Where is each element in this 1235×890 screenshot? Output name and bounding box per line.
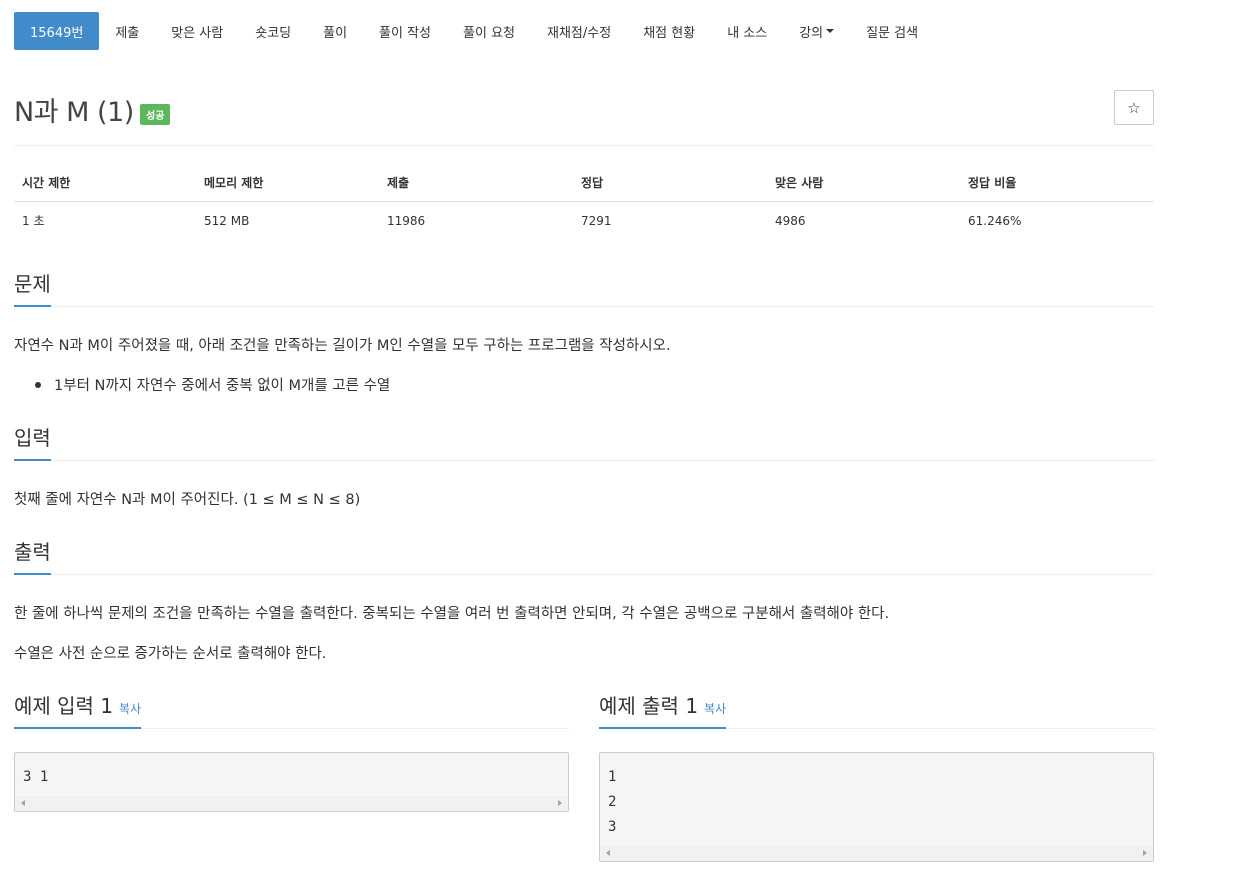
output-heading: 출력 xyxy=(14,536,51,575)
list-item: 1부터 N까지 자연수 중에서 중복 없이 M개를 고른 수열 xyxy=(34,374,391,395)
sample-output-header: 예제 출력 1 복사 xyxy=(599,690,1154,729)
sample-output-heading: 예제 출력 1 복사 xyxy=(599,690,727,729)
sample-input-box[interactable]: 3 1 xyxy=(14,752,569,812)
tab-solutions[interactable]: 풀이 xyxy=(307,12,363,50)
problem-title: N과 M (1) xyxy=(14,97,134,128)
problem-header: N과 M (1) 성공 ☆ xyxy=(14,90,1154,130)
tab-my-source[interactable]: 내 소스 xyxy=(711,12,783,50)
tab-judge-status[interactable]: 채점 현황 xyxy=(627,12,711,50)
value-memory-limit: 512 MB xyxy=(204,213,250,228)
value-submissions: 11986 xyxy=(387,213,426,228)
input-heading: 입력 xyxy=(14,422,51,461)
value-time-limit: 1 초 xyxy=(22,214,45,228)
sample-input-header: 예제 입력 1 복사 xyxy=(14,690,569,729)
sample-output-title: 예제 출력 1 xyxy=(599,694,699,718)
problem-nav-tabs: 15649번 제출 맞은 사람 숏코딩 풀이 풀이 작성 풀이 요청 재채점/수… xyxy=(14,12,934,50)
tab-write-solution[interactable]: 풀이 작성 xyxy=(363,12,447,50)
star-icon: ☆ xyxy=(1127,98,1141,117)
tab-problem-number[interactable]: 15649번 xyxy=(14,12,100,50)
header-time-limit: 시간 제한 xyxy=(14,168,196,202)
tab-short-coding[interactable]: 숏코딩 xyxy=(239,12,307,50)
horizontal-scrollbar[interactable] xyxy=(15,796,568,811)
output-section-header: 출력 xyxy=(14,536,1154,575)
copy-sample-input-button[interactable]: 복사 xyxy=(119,702,141,716)
tab-question-search[interactable]: 질문 검색 xyxy=(850,12,934,50)
sample-output-box[interactable]: 1 2 3 xyxy=(599,752,1154,862)
scroll-left-icon[interactable] xyxy=(606,850,610,856)
horizontal-scrollbar[interactable] xyxy=(600,846,1153,861)
sample-input-heading: 예제 입력 1 복사 xyxy=(14,690,142,729)
scroll-left-icon[interactable] xyxy=(21,800,25,806)
sample-output-line: 1 xyxy=(608,769,617,785)
tab-lectures-dropdown[interactable]: 강의 xyxy=(783,12,850,50)
table-header-row: 시간 제한 메모리 제한 제출 정답 맞은 사람 정답 비율 xyxy=(14,168,1154,202)
scroll-right-icon[interactable] xyxy=(1143,850,1147,856)
header-submissions: 제출 xyxy=(379,168,573,202)
input-section-header: 입력 xyxy=(14,422,1154,461)
input-text: 첫째 줄에 자연수 N과 M이 주어진다. (1 ≤ M ≤ N ≤ 8) xyxy=(14,492,361,508)
header-memory-limit: 메모리 제한 xyxy=(196,168,379,202)
value-accept-ratio: 61.246% xyxy=(968,213,1022,228)
tab-rejudge[interactable]: 재채점/수정 xyxy=(531,12,627,50)
problem-info-table: 시간 제한 메모리 제한 제출 정답 맞은 사람 정답 비율 1 초 512 M… xyxy=(14,168,1154,239)
divider xyxy=(14,145,1154,146)
bullet-text: 1부터 N까지 자연수 중에서 중복 없이 M개를 고른 수열 xyxy=(54,378,391,394)
description-heading: 문제 xyxy=(14,268,51,307)
value-solvers: 4986 xyxy=(775,213,806,228)
scroll-right-icon[interactable] xyxy=(558,800,562,806)
sample-output-line: 2 xyxy=(608,794,617,810)
description-text: 자연수 N과 M이 주어졌을 때, 아래 조건을 만족하는 길이가 M인 수열을… xyxy=(14,338,671,354)
status-badge: 성공 xyxy=(140,104,171,125)
sample-output-lines: 1 2 3 xyxy=(600,753,1153,840)
header-accepted: 정답 xyxy=(573,168,767,202)
value-accepted: 7291 xyxy=(581,213,612,228)
sample-output-line: 3 xyxy=(608,819,617,835)
sample-input-lines: 3 1 xyxy=(15,753,568,790)
star-button[interactable]: ☆ xyxy=(1114,90,1154,125)
output-text-2: 수열은 사전 순으로 증가하는 순서로 출력해야 한다. xyxy=(14,646,327,662)
table-row: 1 초 512 MB 11986 7291 4986 61.246% xyxy=(14,202,1154,240)
header-accept-ratio: 정답 비율 xyxy=(960,168,1154,202)
sample-input-title: 예제 입력 1 xyxy=(14,694,114,718)
tab-submit[interactable]: 제출 xyxy=(99,12,155,50)
output-text-1: 한 줄에 하나씩 문제의 조건을 만족하는 수열을 출력한다. 중복되는 수열을… xyxy=(14,606,890,622)
tab-request-solution[interactable]: 풀이 요청 xyxy=(447,12,531,50)
description-section-header: 문제 xyxy=(14,268,1154,307)
tab-lectures-label: 강의 xyxy=(799,25,824,41)
tab-solvers[interactable]: 맞은 사람 xyxy=(155,12,239,50)
copy-sample-output-button[interactable]: 복사 xyxy=(704,702,726,716)
caret-down-icon xyxy=(826,29,835,33)
header-solvers: 맞은 사람 xyxy=(767,168,960,202)
sample-input-line: 3 1 xyxy=(23,769,49,785)
